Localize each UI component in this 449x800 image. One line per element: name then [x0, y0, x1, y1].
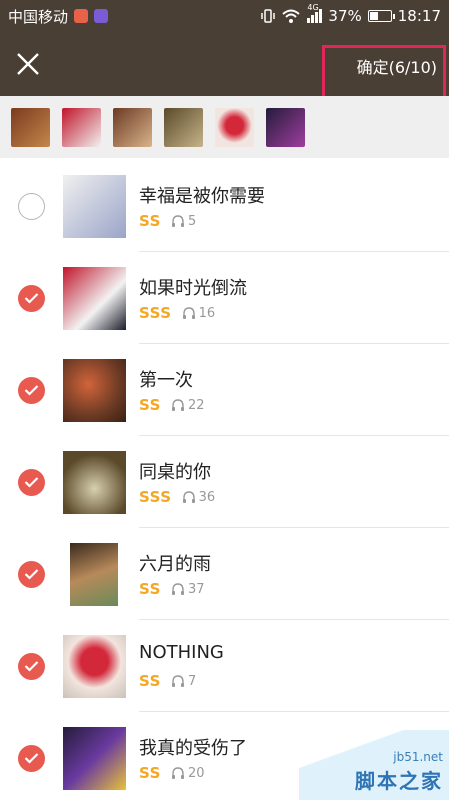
album-cover [63, 359, 126, 422]
close-icon[interactable] [14, 50, 42, 78]
notification-app-icon [94, 9, 109, 23]
checkmark-icon [24, 569, 39, 580]
selected-cover-thumb[interactable] [62, 107, 101, 147]
song-title: NOTHING [139, 642, 224, 663]
song-meta: SS 5 [139, 212, 196, 230]
level-badge: SS [139, 580, 161, 598]
play-count: 36 [198, 489, 216, 505]
checkbox-checked[interactable] [18, 561, 45, 588]
headphones-icon [171, 398, 184, 411]
album-cover [63, 635, 126, 698]
selected-cover-thumb[interactable] [266, 107, 305, 147]
headphones-icon [182, 490, 195, 503]
confirm-button[interactable]: 确定(6/10) [357, 54, 437, 78]
song-row[interactable]: 六月的雨 SS 37 [0, 528, 449, 620]
album-cover [63, 267, 126, 330]
checkbox-checked[interactable] [18, 377, 45, 404]
selected-cover-thumb[interactable] [164, 107, 203, 147]
song-title: 我真的受伤了 [139, 738, 247, 759]
selected-cover-thumb[interactable] [113, 107, 152, 147]
level-badge: SS [139, 672, 161, 690]
carrier-name: 中国移动 [8, 7, 69, 26]
checkmark-icon [24, 477, 39, 488]
song-meta: SS 22 [139, 396, 204, 414]
song-row[interactable]: NOTHING SS 7 [0, 620, 449, 712]
album-cover [70, 543, 118, 606]
song-meta: SS 7 [139, 672, 196, 690]
song-meta: SS 37 [139, 580, 204, 598]
headphones-icon [182, 306, 195, 319]
battery-percent: 37% [328, 7, 362, 25]
checkmark-icon [24, 753, 39, 764]
checkbox-checked[interactable] [18, 653, 45, 680]
song-title: 第一次 [139, 370, 193, 391]
song-title: 六月的雨 [139, 554, 211, 575]
album-cover [63, 451, 126, 514]
song-row[interactable]: 幸福是被你需要 SS 5 [0, 160, 449, 252]
play-count: 22 [187, 397, 205, 413]
song-title: 同桌的你 [139, 462, 211, 483]
level-badge: SSS [139, 304, 172, 322]
checkbox-checked[interactable] [18, 285, 45, 312]
status-bar: 中国移动 4G 37% 18:17 [0, 0, 449, 32]
headphones-icon [171, 766, 184, 779]
selected-cover-thumb[interactable] [11, 107, 50, 147]
watermark-url: jb51.net [393, 750, 443, 764]
selected-covers-strip [0, 96, 449, 158]
level-badge: SS [139, 764, 161, 782]
watermark-text: 脚本之家 [355, 769, 443, 793]
level-badge: SSS [139, 488, 172, 506]
checkmark-icon [24, 293, 39, 304]
level-badge: SS [139, 212, 161, 230]
song-row[interactable]: 同桌的你 SSS 36 [0, 436, 449, 528]
album-cover [63, 727, 126, 790]
wifi-icon [282, 9, 301, 23]
headphones-icon [171, 214, 184, 227]
checkmark-icon [24, 661, 39, 672]
song-meta: SSS 16 [139, 304, 215, 322]
app-header: 确定(6/10) [0, 32, 449, 96]
site-watermark: jb51.net 脚本之家 [299, 730, 449, 800]
network-type: 4G [307, 3, 319, 12]
play-count: 16 [198, 305, 216, 321]
checkmark-icon [24, 385, 39, 396]
clock: 18:17 [397, 7, 441, 25]
song-title: 如果时光倒流 [139, 278, 247, 299]
level-badge: SS [139, 396, 161, 414]
album-cover [63, 175, 126, 238]
battery-icon [367, 10, 395, 22]
signal-icon: 4G [307, 3, 323, 23]
song-list: 幸福是被你需要 SS 5 如果时光倒流 SSS 16 第一次 SS 22 同桌的… [0, 160, 449, 800]
song-title: 幸福是被你需要 [139, 186, 265, 207]
song-row[interactable]: 如果时光倒流 SSS 16 [0, 252, 449, 344]
play-count: 7 [187, 673, 197, 689]
checkbox[interactable] [18, 193, 45, 220]
selected-cover-thumb[interactable] [215, 107, 254, 147]
headphones-icon [171, 582, 184, 595]
song-meta: SS 20 [139, 764, 204, 782]
play-count: 37 [187, 581, 205, 597]
song-row[interactable]: 第一次 SS 22 [0, 344, 449, 436]
headphones-icon [171, 674, 184, 687]
play-count: 5 [187, 213, 197, 229]
song-meta: SSS 36 [139, 488, 215, 506]
checkbox-checked[interactable] [18, 745, 45, 772]
checkbox-checked[interactable] [18, 469, 45, 496]
vibrate-icon [261, 9, 276, 23]
play-count: 20 [187, 765, 205, 781]
notification-app-icon [74, 9, 89, 23]
